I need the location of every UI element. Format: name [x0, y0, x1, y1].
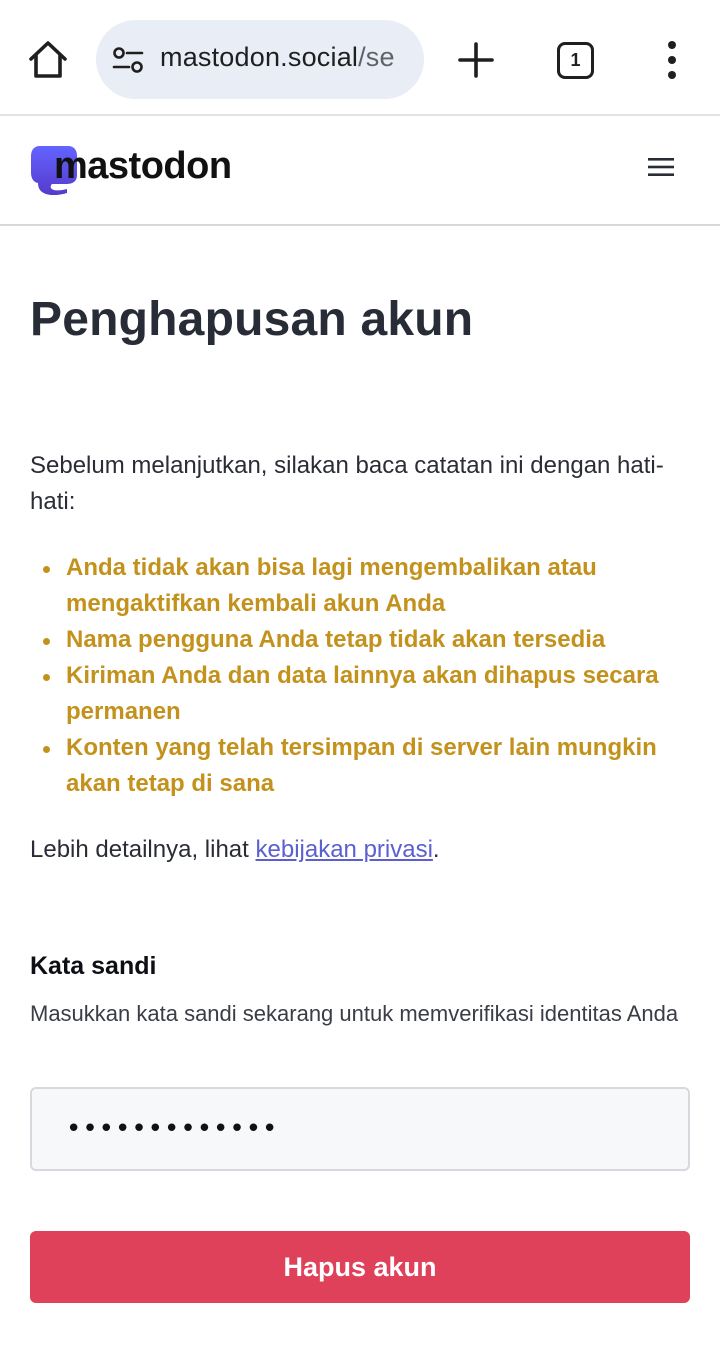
warning-item: Konten yang telah tersimpan di server la… — [30, 730, 690, 802]
warning-list: Anda tidak akan bisa lagi mengembalikan … — [30, 550, 690, 802]
password-input[interactable] — [30, 1087, 690, 1171]
url-domain: mastodon.social — [160, 42, 359, 72]
details-prefix: Lebih detailnya, lihat — [30, 836, 256, 863]
details-suffix: . — [432, 836, 440, 863]
password-label: Kata sandi — [30, 952, 157, 980]
warning-item: Anda tidak akan bisa lagi mengembalikan … — [30, 550, 690, 622]
tab-switcher-button[interactable]: 1 — [557, 42, 594, 79]
tune-icon[interactable] — [112, 46, 144, 74]
hamburger-icon[interactable] — [648, 157, 674, 177]
address-bar[interactable]: mastodon.social/se — [96, 20, 424, 99]
home-icon[interactable] — [26, 38, 70, 82]
details-text: Lebih detailnya, lihat kebijakan privasi… — [30, 832, 440, 868]
more-vert-icon[interactable] — [660, 40, 684, 80]
warning-item: Nama pengguna Anda tetap tidak akan ters… — [30, 622, 690, 658]
page-title: Penghapusan akun — [30, 293, 474, 346]
delete-account-button[interactable]: Hapus akun — [30, 1231, 690, 1303]
password-hint: Masukkan kata sandi sekarang untuk memve… — [30, 1001, 679, 1026]
url-path: /se — [358, 42, 395, 72]
browser-toolbar: mastodon.social/se 1 — [0, 0, 720, 116]
site-header: mastodon — [0, 117, 720, 226]
privacy-policy-link[interactable]: kebijakan privasi — [256, 836, 433, 863]
intro-text: Sebelum melanjutkan, silakan baca catata… — [30, 452, 664, 515]
plus-icon[interactable] — [456, 38, 496, 82]
warning-item: Kiriman Anda dan data lainnya akan dihap… — [30, 658, 690, 730]
url-text[interactable]: mastodon.social/se — [160, 42, 395, 73]
mastodon-logo[interactable]: mastodon — [30, 145, 250, 197]
brand-name: mastodon — [54, 145, 232, 187]
